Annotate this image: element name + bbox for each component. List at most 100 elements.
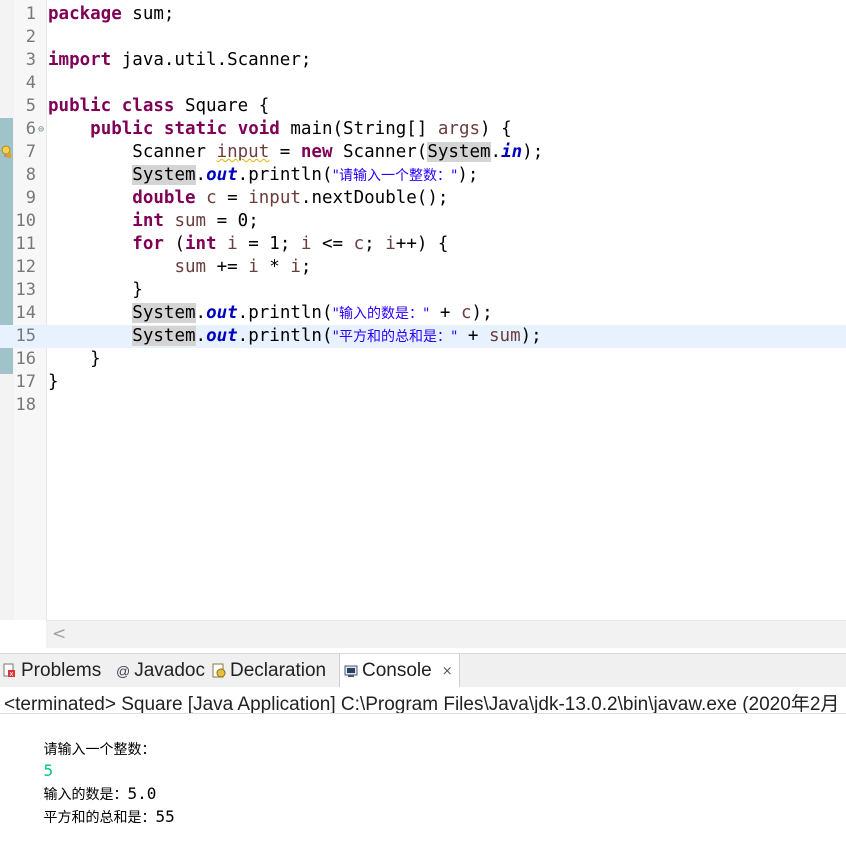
code-line[interactable]: 7 Scanner input = new Scanner(System.in)… (0, 141, 846, 164)
code-token: ); (457, 165, 479, 185)
tab-javadoc-label: Javadoc (134, 659, 205, 681)
code-line[interactable]: 2 (0, 26, 846, 49)
code-line[interactable]: 4 (0, 72, 846, 95)
scroll-left-icon[interactable]: < (52, 624, 66, 644)
tab-problems-label: Problems (21, 659, 102, 681)
close-icon[interactable]: ⨯ (442, 663, 453, 679)
code-line[interactable]: 12 sum += i * i; (0, 256, 846, 279)
tab-console[interactable]: Console ⨯ (339, 654, 460, 688)
code-editor[interactable]: 1 package sum; 2 3 import java.util.Scanner;… (0, 0, 846, 648)
code-line[interactable]: 3 import java.util.Scanner; (0, 49, 846, 72)
console-view[interactable]: <terminated> Square [Java Application] C… (0, 687, 846, 848)
code-line[interactable]: 18 (0, 394, 846, 417)
code-token: class (121, 96, 175, 116)
code-token: ); (471, 303, 493, 323)
line-number: 17 (15, 372, 36, 392)
svg-text:x: x (9, 670, 13, 678)
code-token: .nextDouble(); (300, 188, 449, 208)
code-line[interactable]: 16 } (0, 348, 846, 371)
code-token: sum (174, 211, 207, 231)
code-token: } (48, 372, 59, 392)
line-number: 8 (25, 165, 36, 185)
code-token: args (437, 119, 481, 139)
code-token: Scanner( (332, 142, 428, 162)
code-text: sum += i * i; (48, 256, 311, 279)
code-token: import (48, 50, 112, 70)
code-line[interactable]: 1 package sum; (0, 3, 846, 26)
code-token: c (206, 188, 217, 208)
view-tab-bar: x Problems @ Javadoc Declaration Console… (0, 653, 846, 688)
code-token: c (461, 303, 472, 323)
code-token: <= (311, 234, 354, 254)
code-line[interactable]: 15 System.out.println("平方和的总和是：" + sum); (0, 325, 846, 348)
code-token: main(String[] (279, 119, 438, 139)
code-token: input (248, 188, 301, 208)
console-line: 平方和的总和是：55 (5, 784, 175, 851)
code-line[interactable]: 13 } (0, 279, 846, 302)
code-text: package sum; (48, 3, 174, 26)
code-token: double (132, 188, 196, 208)
line-number: 15 (15, 326, 36, 346)
code-token: = 1; (237, 234, 301, 254)
tab-declaration[interactable]: Declaration (212, 654, 326, 687)
code-line[interactable]: 10 int sum = 0; (0, 210, 846, 233)
code-token: ); (520, 326, 542, 346)
code-token: += (206, 257, 249, 277)
line-number: 9 (25, 188, 36, 208)
code-token: .println( (237, 326, 333, 346)
code-token: i (248, 257, 259, 277)
code-token: System (132, 165, 196, 185)
tab-problems[interactable]: x Problems (3, 654, 101, 687)
code-token: i (227, 234, 238, 254)
at-icon: @ (116, 662, 131, 679)
code-token: public (90, 119, 154, 139)
code-token: "请输入一个整数：" (332, 168, 458, 184)
code-token: } (48, 349, 101, 369)
code-token: ; (300, 257, 312, 277)
code-line[interactable]: 17} (0, 371, 846, 394)
code-text: for (int i = 1; i <= c; i++) { (48, 233, 448, 256)
code-token: sum; (121, 4, 175, 24)
code-token: java.util.Scanner; (111, 50, 312, 70)
line-number: 3 (25, 50, 36, 70)
code-line[interactable]: 9 double c = input.nextDouble(); (0, 187, 846, 210)
code-token: ) { (480, 119, 512, 139)
problems-icon: x (3, 663, 15, 678)
code-token: ; (364, 234, 386, 254)
code-token: sum (174, 257, 207, 277)
line-number: 16 (15, 349, 36, 369)
code-line[interactable]: 14 System.out.println("输入的数是：" + c); (0, 302, 846, 325)
code-token: . (195, 326, 207, 346)
line-number: 7 (25, 142, 36, 162)
code-text: double c = input.nextDouble(); (48, 187, 448, 210)
code-token: input (216, 142, 270, 162)
code-token: .println( (237, 303, 333, 323)
declaration-icon (212, 663, 226, 677)
code-token: System (132, 326, 196, 346)
line-number: 13 (15, 280, 36, 300)
code-token: ); (522, 142, 544, 162)
code-token: Square { (174, 96, 270, 116)
code-line[interactable]: 11 for (int i = 1; i <= c; i++) { (0, 233, 846, 256)
code-text: } (48, 279, 143, 302)
code-token: i (300, 234, 312, 254)
code-token: i (385, 234, 396, 254)
quick-fix-warning-icon[interactable] (1, 145, 11, 159)
tab-javadoc[interactable]: @ Javadoc (116, 654, 205, 687)
code-line[interactable]: 5 public class Square { (0, 95, 846, 118)
code-line[interactable]: 8 System.out.println("请输入一个整数："); (0, 164, 846, 187)
code-line[interactable]: 6 ⊖ public static void main(String[] args… (0, 118, 846, 141)
fold-collapse-icon[interactable]: ⊖ (38, 118, 44, 141)
code-token: out (206, 303, 238, 323)
code-lines[interactable]: 1 package sum; 2 3 import java.util.Scanner;… (0, 3, 846, 417)
code-token: } (48, 280, 143, 300)
code-token: new (300, 142, 333, 162)
code-token: int (132, 211, 164, 231)
horizontal-scrollbar[interactable]: < (46, 620, 846, 648)
code-token: int (184, 234, 217, 254)
